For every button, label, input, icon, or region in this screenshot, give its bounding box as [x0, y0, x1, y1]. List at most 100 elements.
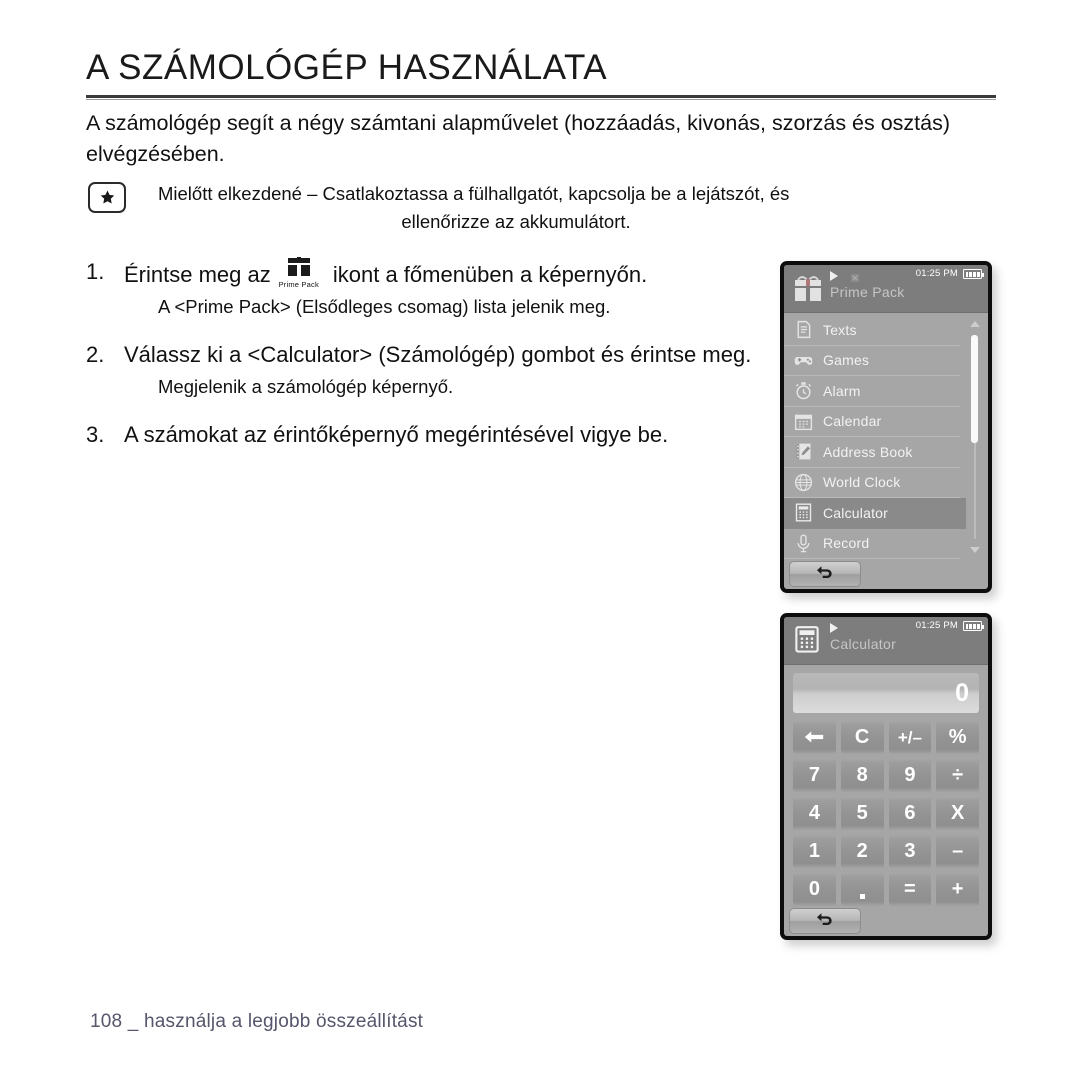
alarm-icon: [793, 380, 814, 401]
list-item-calendar[interactable]: Calendar: [784, 407, 960, 437]
step-2: 2. Válassz ki a <Calculator> (Számológép…: [86, 339, 776, 370]
list-item-label: Address Book: [823, 443, 913, 460]
list-item-alarm[interactable]: Alarm: [784, 376, 960, 407]
prime-pack-inline-caption: Prime Pack: [278, 280, 319, 289]
title-rule-thin: [86, 99, 996, 101]
battery-full-icon: [963, 621, 984, 631]
title-rule: [86, 95, 996, 99]
back-button[interactable]: [789, 908, 861, 934]
key-plus[interactable]: +: [936, 872, 979, 906]
step-3: 3. A számokat az érintőképernyő megérint…: [86, 419, 776, 450]
step-3-text: A számokat az érintőképernyő megérintésé…: [124, 422, 669, 448]
manual-page: A SZÁMOLÓGÉP HASZNÁLATA A számológép seg…: [0, 0, 1080, 1080]
list-scrollbar[interactable]: [968, 317, 981, 555]
device-screenshot-calculator: 01:25 PM Calculator 0 C +/– % 7 8 9 ÷ 4 …: [780, 613, 992, 940]
prime-pack-title: Prime Pack: [830, 284, 905, 300]
scrollbar-thumb[interactable]: [971, 335, 978, 443]
games-icon: [793, 350, 814, 371]
step-3-number: 3.: [86, 422, 105, 448]
key-decimal[interactable]: [840, 872, 884, 906]
list-item-texts[interactable]: Texts: [784, 315, 960, 346]
steps-list: 1. Érintse meg az Prime Pack ikont a főme…: [86, 256, 776, 454]
star-badge-icon: [88, 182, 126, 213]
calculator-body: 0 C +/– % 7 8 9 ÷ 4 5 6 X 1 2 3 – 0 = +: [784, 665, 988, 906]
key-clear[interactable]: C: [840, 720, 884, 754]
intro-paragraph: A számológép segít a négy számtani alapm…: [86, 111, 951, 167]
calculator-screen: 01:25 PM Calculator 0 C +/– % 7 8 9 ÷ 4 …: [784, 617, 988, 936]
step-1-number: 1.: [86, 259, 105, 284]
list-item-world-clock[interactable]: World Clock: [784, 468, 960, 498]
key-two[interactable]: 2: [840, 834, 884, 868]
note-text: Mielőtt elkezdené – Csatlakoztassa a fül…: [158, 180, 994, 236]
step-1-sub: A <Prime Pack> (Elsődleges csomag) lista…: [158, 296, 611, 318]
calculator-keypad: C +/– % 7 8 9 ÷ 4 5 6 X 1 2 3 – 0 = +: [793, 720, 979, 906]
record-icon: [793, 533, 814, 554]
step-1-text-before: Érintse meg az: [124, 262, 271, 287]
scroll-up-arrow-icon[interactable]: [970, 321, 980, 327]
key-minus[interactable]: –: [936, 834, 979, 868]
prime-pack-header: 01:25 PM Prime Pack: [784, 265, 988, 313]
key-multiply[interactable]: X: [936, 796, 979, 830]
calculator-display-value: 0: [955, 678, 969, 707]
key-eight[interactable]: 8: [840, 758, 884, 792]
list-item-label: Record: [823, 535, 870, 552]
prime-pack-bottom-bar: [784, 559, 988, 589]
calculator-header: 01:25 PM Calculator: [784, 617, 988, 665]
step-1: 1. Érintse meg az Prime Pack ikont a főme…: [86, 256, 776, 290]
back-arrow-icon: [814, 564, 836, 585]
note-line-1: Mielőtt elkezdené – Csatlakoztassa a fül…: [158, 183, 790, 204]
list-item-calculator[interactable]: Calculator: [784, 498, 966, 529]
key-percent[interactable]: %: [936, 720, 979, 754]
back-arrow-icon: [814, 911, 836, 932]
key-seven[interactable]: 7: [793, 758, 836, 792]
calendar-icon: [793, 411, 814, 432]
list-item-record[interactable]: Record: [784, 529, 960, 559]
step-1-text-after: ikont a főmenüben a képernyőn.: [332, 262, 648, 287]
battery-full-icon: [963, 269, 984, 279]
device-screenshot-prime-pack: 01:25 PM Prime Pack Texts Games Alarm Ca…: [780, 261, 992, 593]
step-2-text: Válassz ki a <Calculator> (Számológép) g…: [124, 342, 752, 368]
list-item-label: Texts: [823, 321, 857, 338]
status-time: 01:25 PM: [915, 268, 958, 279]
key-three[interactable]: 3: [888, 834, 932, 868]
calculator-display: 0: [793, 673, 979, 713]
key-four[interactable]: 4: [793, 796, 836, 830]
page-footer: 108 _ használja a legjobb összeállítást: [90, 1011, 424, 1032]
key-six[interactable]: 6: [888, 796, 932, 830]
note-block: Mielőtt elkezdené – Csatlakoztassa a fül…: [88, 180, 994, 236]
play-icon: [830, 623, 838, 633]
key-five[interactable]: 5: [840, 796, 884, 830]
list-item-address-book[interactable]: Address Book: [784, 437, 960, 468]
step-2-number: 2.: [86, 342, 105, 368]
key-equals[interactable]: =: [888, 872, 932, 906]
key-one[interactable]: 1: [793, 834, 836, 868]
world-clock-icon: [793, 472, 814, 493]
key-zero[interactable]: 0: [793, 872, 836, 906]
list-item-label: Calculator: [823, 504, 889, 521]
prime-pack-screen: 01:25 PM Prime Pack Texts Games Alarm Ca…: [784, 265, 988, 589]
note-line-2: ellenőrizze az akkumulátort.: [401, 210, 631, 232]
calculator-bottom-bar: [784, 906, 988, 936]
list-item-games[interactable]: Games: [784, 346, 960, 376]
calculator-title: Calculator: [830, 636, 897, 652]
calculator-icon: [792, 624, 824, 656]
key-backspace[interactable]: [793, 720, 836, 754]
status-misc-icon: [850, 270, 860, 282]
page-title-block: A SZÁMOLÓGÉP HASZNÁLATA: [86, 48, 996, 101]
gift-box-icon: [273, 255, 325, 279]
key-divide[interactable]: ÷: [936, 758, 979, 792]
step-2-sub: Megjelenik a számológép képernyő.: [158, 376, 454, 398]
list-item-label: Calendar: [823, 413, 882, 430]
list-item-label: Games: [823, 352, 870, 369]
list-item-label: Alarm: [823, 382, 861, 399]
play-icon: [830, 271, 838, 281]
back-button[interactable]: [789, 561, 861, 587]
page-title: A SZÁMOLÓGÉP HASZNÁLATA: [86, 48, 608, 87]
status-time: 01:25 PM: [915, 620, 958, 631]
list-item-label: World Clock: [823, 474, 901, 491]
key-sign[interactable]: +/–: [888, 720, 932, 754]
key-nine[interactable]: 9: [888, 758, 932, 792]
prime-pack-inline-icon: Prime Pack: [273, 255, 325, 289]
prime-pack-list: Texts Games Alarm Calendar Address Book …: [784, 313, 988, 559]
scroll-down-arrow-icon[interactable]: [970, 547, 980, 553]
